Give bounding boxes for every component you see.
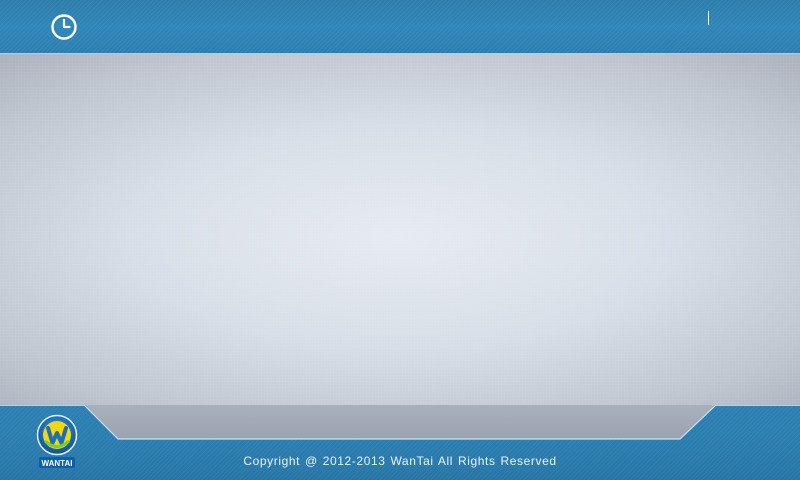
main-content-area xyxy=(0,54,800,406)
wantai-logo: WANTAI xyxy=(36,414,78,468)
copyright-text: Copyright @ 2012-2013 WanTai All Rights … xyxy=(243,454,557,468)
top-bar xyxy=(0,0,800,54)
content-bottom-tab xyxy=(0,405,800,440)
logo-text: WANTAI xyxy=(42,459,73,468)
text-cursor xyxy=(708,11,709,25)
clock-icon[interactable] xyxy=(50,13,78,41)
bottom-bar: Copyright @ 2012-2013 WanTai All Rights … xyxy=(0,405,800,480)
